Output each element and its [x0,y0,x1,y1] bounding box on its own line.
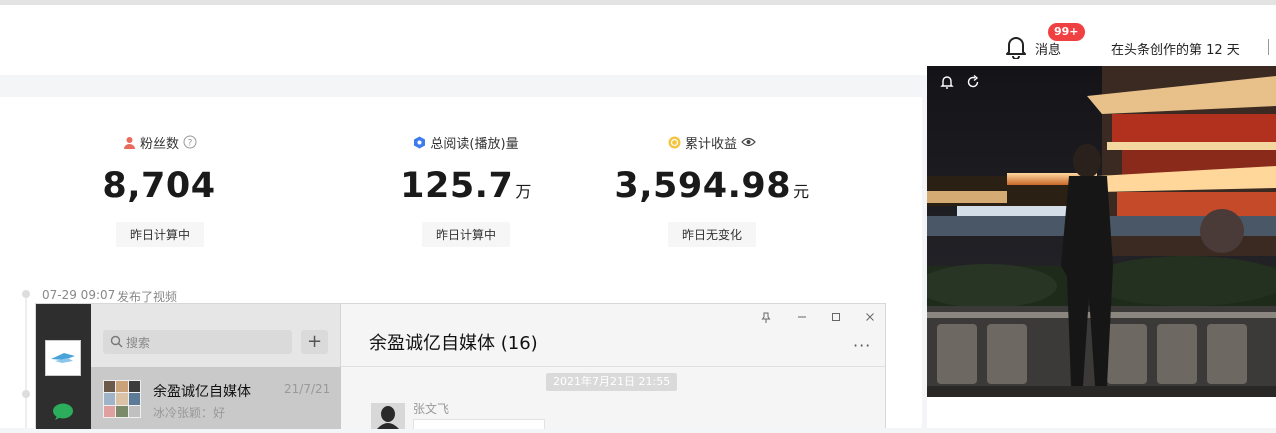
eye-icon[interactable] [741,136,756,148]
bell-icon[interactable] [939,74,955,90]
sender-avatar[interactable] [371,403,405,429]
wechat-window[interactable]: 搜索 + 余盈诚亿自媒体 21/7/21 冰冷张颖：好 余盈诚亿自媒体 (16)… [35,303,886,429]
wechat-sidebar [36,304,91,429]
top-header: 99+ 消息 在头条创作的第 12 天 [0,5,1276,75]
avatar[interactable] [45,340,81,376]
messages-link[interactable]: 消息 [1035,39,1061,58]
search-input[interactable]: 搜索 [103,330,292,354]
search-icon [110,335,123,348]
chat-title: 余盈诚亿自媒体 (16) [369,333,538,354]
message-date: 2021年7月21日 21:55 [546,373,678,391]
timeline-dot [22,290,30,298]
video-footer [927,397,1276,428]
timeline-dot [22,390,30,398]
divider [341,366,885,367]
sender-name: 张文飞 [413,402,450,416]
minimize-icon[interactable] [797,312,807,322]
search-placeholder: 搜索 [126,336,151,350]
list-item[interactable]: 余盈诚亿自媒体 21/7/21 冰冷张颖：好 [91,367,341,429]
pin-icon[interactable] [761,312,771,324]
maximize-icon[interactable] [831,312,841,322]
chat-list: 搜索 + 余盈诚亿自媒体 21/7/21 冰冷张颖：好 [91,304,341,429]
stat-earnings[interactable]: 累计收益 3,594.98 元 昨日无变化 [612,133,812,247]
stat-unit: 万 [515,182,532,201]
chat-name: 余盈诚亿自媒体 [153,384,251,400]
close-icon[interactable] [865,312,875,322]
chat-time: 21/7/21 [284,382,331,396]
stat-followers[interactable]: 粉丝数 ? 8,704 昨日计算中 [60,133,260,247]
chat-preview: 冰冷张颖：好 [153,406,226,420]
stat-reads[interactable]: 总阅读(播放)量 125.7 万 昨日计算中 [366,133,566,247]
group-avatar [103,380,141,418]
timeline-line [25,298,27,428]
video-preview[interactable] [927,66,1276,397]
stat-value: 8,704 [102,166,216,206]
chat-icon[interactable] [52,403,74,421]
chat-pane: 余盈诚亿自媒体 (16) ··· 2021年7月21日 21:55 张文飞 [341,304,885,429]
stat-label: 粉丝数 [139,136,179,152]
stat-sub: 昨日无变化 [667,222,756,247]
help-icon[interactable]: ? [183,135,197,149]
user-icon [123,136,135,149]
stat-value: 125.7 [400,166,514,206]
stat-value: 3,594.98 [614,166,792,206]
read-icon [414,136,426,148]
refresh-icon[interactable] [965,74,981,90]
coin-icon [668,136,681,148]
add-chat-button[interactable]: + [301,330,328,354]
activity-time: 07-29 09:07 [42,288,116,302]
logo-icon [51,353,75,363]
video-thumbnail [927,66,1276,397]
stat-label: 总阅读(播放)量 [430,136,519,152]
more-icon[interactable]: ··· [853,336,871,355]
person-icon [371,403,405,429]
creation-days-label: 在头条创作的第 12 天 [1111,43,1240,58]
svg-text:?: ? [188,139,193,149]
stat-unit: 元 [793,182,810,201]
bell-icon[interactable] [1005,35,1027,59]
header-divider [1268,39,1276,55]
stat-sub: 昨日计算中 [115,222,204,247]
stat-sub: 昨日计算中 [421,222,510,247]
stat-label: 累计收益 [684,136,737,152]
